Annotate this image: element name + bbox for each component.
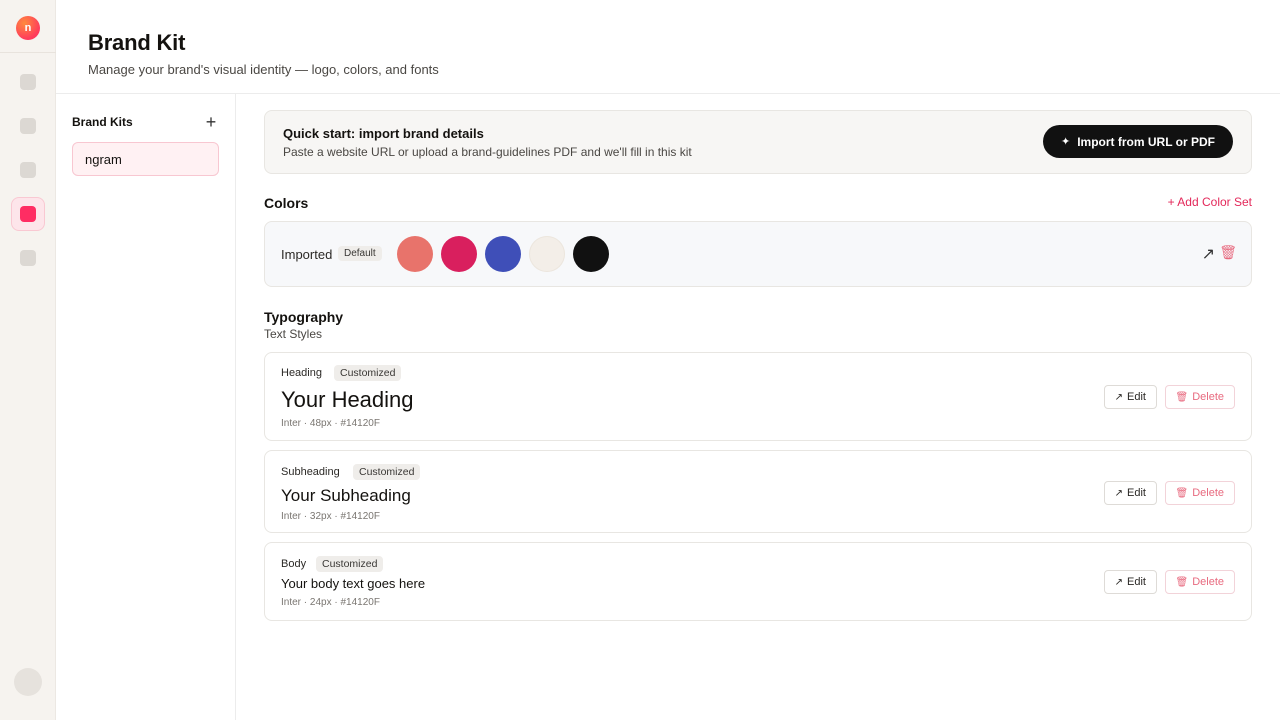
default-badge: Default <box>338 246 382 261</box>
customized-badge: Customized <box>334 365 402 381</box>
sparkle-icon: ✦ <box>1061 136 1071 148</box>
edit-icon: ↗ <box>1114 391 1124 403</box>
color-swatch[interactable] <box>441 236 477 272</box>
import-button-label: Import from URL or PDF <box>1077 134 1215 149</box>
brand-kits-title: Brand Kits <box>72 115 133 129</box>
delete-button[interactable]: 🗑 Delete <box>1164 385 1235 409</box>
delete-button[interactable]: 🗑 Delete <box>1164 481 1235 505</box>
user-avatar[interactable] <box>14 668 42 696</box>
quick-start-banner: Quick start: import brand details Paste … <box>264 110 1252 174</box>
page-title: Brand Kit <box>88 30 186 55</box>
text-style-meta: Inter · 24px · #14120F <box>281 597 380 608</box>
delete-color-set-icon[interactable]: 🗑 <box>1219 244 1237 261</box>
rail-nav-item-3[interactable] <box>20 162 36 178</box>
edit-icon: ↗ <box>1114 487 1124 499</box>
page-header: Brand Kit Manage your brand's visual ide… <box>56 0 1280 94</box>
text-style-card-body: Body Customized Your body text goes here… <box>264 542 1252 621</box>
trash-icon: 🗑 <box>1175 576 1189 588</box>
text-style-card-heading: Heading Customized Your Heading Inter · … <box>264 352 1252 441</box>
trash-icon: 🗑 <box>1175 487 1189 499</box>
app-rail: n <box>0 0 56 720</box>
text-style-meta: Inter · 48px · #14120F <box>281 418 380 429</box>
rail-nav-item-brand-kit[interactable] <box>11 197 45 231</box>
page-subtitle: Manage your brand's visual identity — lo… <box>88 62 439 77</box>
brand-kit-item-ngram[interactable]: ngram <box>72 142 219 176</box>
customized-badge: Customized <box>353 464 421 480</box>
edit-button[interactable]: ↗ Edit <box>1103 385 1157 409</box>
brand-kit-icon <box>20 206 36 222</box>
add-brand-kit-button[interactable]: + <box>201 112 221 132</box>
color-swatch[interactable] <box>529 236 565 272</box>
color-set-name: Imported <box>281 247 333 262</box>
app: n Brand Kit Manage your brand's visual i… <box>0 0 1280 720</box>
text-style-card-subheading: Subheading Customized Your Subheading In… <box>264 450 1252 533</box>
quick-start-description: Paste a website URL or upload a brand-gu… <box>283 145 692 159</box>
text-style-meta: Inter · 32px · #14120F <box>281 511 380 522</box>
customized-badge: Customized <box>316 556 384 572</box>
import-from-url-or-pdf-button[interactable]: ✦ Import from URL or PDF <box>1043 125 1233 158</box>
typography-section-title: Typography <box>264 309 344 325</box>
subheading-sample: Your Subheading <box>281 486 411 505</box>
text-style-label: Heading <box>281 367 322 379</box>
rail-nav-item-2[interactable] <box>20 118 36 134</box>
brand-kits-sidebar: Brand Kits + ngram <box>56 94 236 720</box>
edit-button[interactable]: ↗ Edit <box>1103 570 1157 594</box>
colors-section-title: Colors <box>264 195 309 211</box>
rail-nav-item-1[interactable] <box>20 74 36 90</box>
trash-icon: 🗑 <box>1175 391 1189 403</box>
edit-button[interactable]: ↗ Edit <box>1103 481 1157 505</box>
body-sample: Your body text goes here <box>281 576 426 591</box>
color-set-card: Imported Default ↗ 🗑 <box>264 221 1252 287</box>
text-style-label: Subheading <box>281 466 340 478</box>
text-styles-subtitle: Text Styles <box>264 327 323 341</box>
color-swatch[interactable] <box>397 236 433 272</box>
heading-sample: Your Heading <box>281 387 414 412</box>
edit-color-set-icon[interactable]: ↗ <box>1202 244 1215 264</box>
rail-divider <box>0 52 56 53</box>
edit-icon: ↗ <box>1114 576 1124 588</box>
delete-button[interactable]: 🗑 Delete <box>1164 570 1235 594</box>
rail-nav-item-5[interactable] <box>20 250 36 266</box>
add-color-set-link[interactable]: + Add Color Set <box>1168 195 1252 209</box>
quick-start-title: Quick start: import brand details <box>283 126 484 141</box>
text-style-label: Body <box>281 558 307 570</box>
color-swatch[interactable] <box>485 236 521 272</box>
color-swatch[interactable] <box>573 236 609 272</box>
app-logo[interactable]: n <box>16 16 40 40</box>
